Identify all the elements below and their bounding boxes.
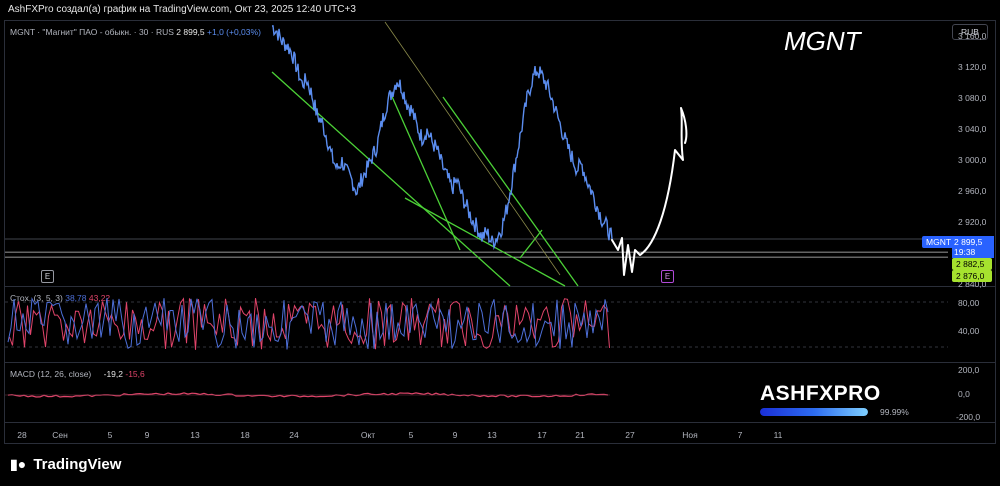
price-tick: 2 920,0: [958, 217, 987, 228]
macd-tick-200: 200,0: [958, 365, 980, 375]
date-label: 18: [240, 430, 250, 440]
earnings-marker-e[interactable]: E: [661, 270, 674, 283]
date-label: 7: [737, 430, 743, 440]
date-label: 27: [625, 430, 635, 440]
date-label: 13: [487, 430, 497, 440]
brand-progress-bar: [760, 408, 868, 416]
last-price: 2 899,5: [954, 237, 983, 247]
tradingview-logo-text: TradingView: [33, 456, 122, 473]
date-label: 13: [190, 430, 200, 440]
faint-trendline[interactable]: [384, 21, 561, 276]
tradingview-logo-icon: ▮●: [10, 456, 27, 472]
bar-countdown: 19:38: [954, 247, 976, 257]
date-label: Ноя: [682, 430, 698, 440]
level-badge-2: 2 876,0: [952, 270, 992, 282]
date-label: 11: [773, 430, 783, 440]
symbol-badge: MGNT: [922, 236, 956, 248]
macd-tick-0: 0,0: [958, 389, 970, 399]
forecast-drawing[interactable]: [611, 107, 688, 276]
date-label: 9: [144, 430, 150, 440]
price-tick: 3 120,0: [958, 62, 987, 73]
date-label: 5: [408, 430, 414, 440]
date-label: Окт: [360, 430, 376, 440]
date-label: 5: [107, 430, 113, 440]
stoch-k-line: [7, 296, 609, 350]
price-tick: 3 040,0: [958, 124, 987, 135]
date-label: Сен: [52, 430, 68, 440]
macd-tick-minus-200: -200,0: [956, 412, 981, 422]
date-label: 9: [452, 430, 458, 440]
price-tick: 3 160,0: [958, 31, 987, 42]
event-marker-e[interactable]: E: [41, 270, 54, 283]
stoch-chart: [5, 296, 948, 350]
trendline-4[interactable]: [404, 197, 566, 287]
last-price-badge: 2 899,5 19:38: [952, 236, 994, 258]
horizontal-levels: [5, 238, 948, 258]
price-series-line: [271, 25, 613, 251]
price-tick: 3 080,0: [958, 93, 987, 104]
price-tick: 2 960,0: [958, 186, 987, 197]
date-label: 24: [289, 430, 299, 440]
trendline-3[interactable]: [442, 96, 579, 287]
brand-progress-fill: [760, 408, 868, 416]
trendlines: [271, 21, 579, 287]
date-label: 28: [17, 430, 27, 440]
stoch-tick-40: 40,00: [958, 326, 980, 336]
trendline-1[interactable]: [271, 71, 511, 287]
stoch-tick-80: 80,00: [958, 298, 980, 308]
brand-progress-text: 99.99%: [880, 407, 909, 417]
date-label: 17: [537, 430, 547, 440]
tradingview-logo[interactable]: ▮● TradingView: [10, 456, 121, 473]
level-badge-1: 2 882,5: [952, 258, 992, 270]
price-tick: 3 000,0: [958, 155, 987, 166]
date-label: 21: [575, 430, 585, 440]
brand-name: ASHFXPRO: [760, 382, 881, 405]
